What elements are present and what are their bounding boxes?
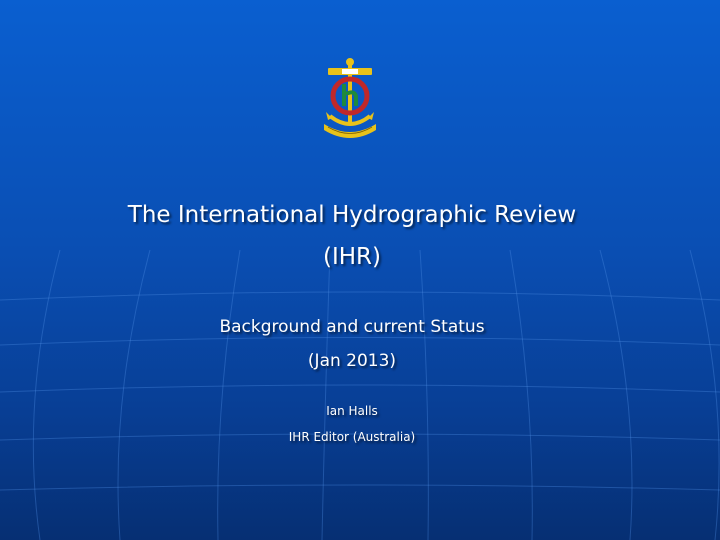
slide-title-abbreviation: (IHR) <box>322 244 381 270</box>
author-role: IHR Editor (Australia) <box>288 430 416 444</box>
slide-date: (Jan 2013) <box>307 351 397 371</box>
slide-subtitle: Background and current Status <box>219 317 485 337</box>
slide: The International Hydrographic Review (I… <box>0 0 720 540</box>
author-name: Ian Halls <box>326 404 378 418</box>
iho-emblem-icon <box>324 58 376 138</box>
slide-title: The International Hydrographic Review <box>127 202 577 228</box>
